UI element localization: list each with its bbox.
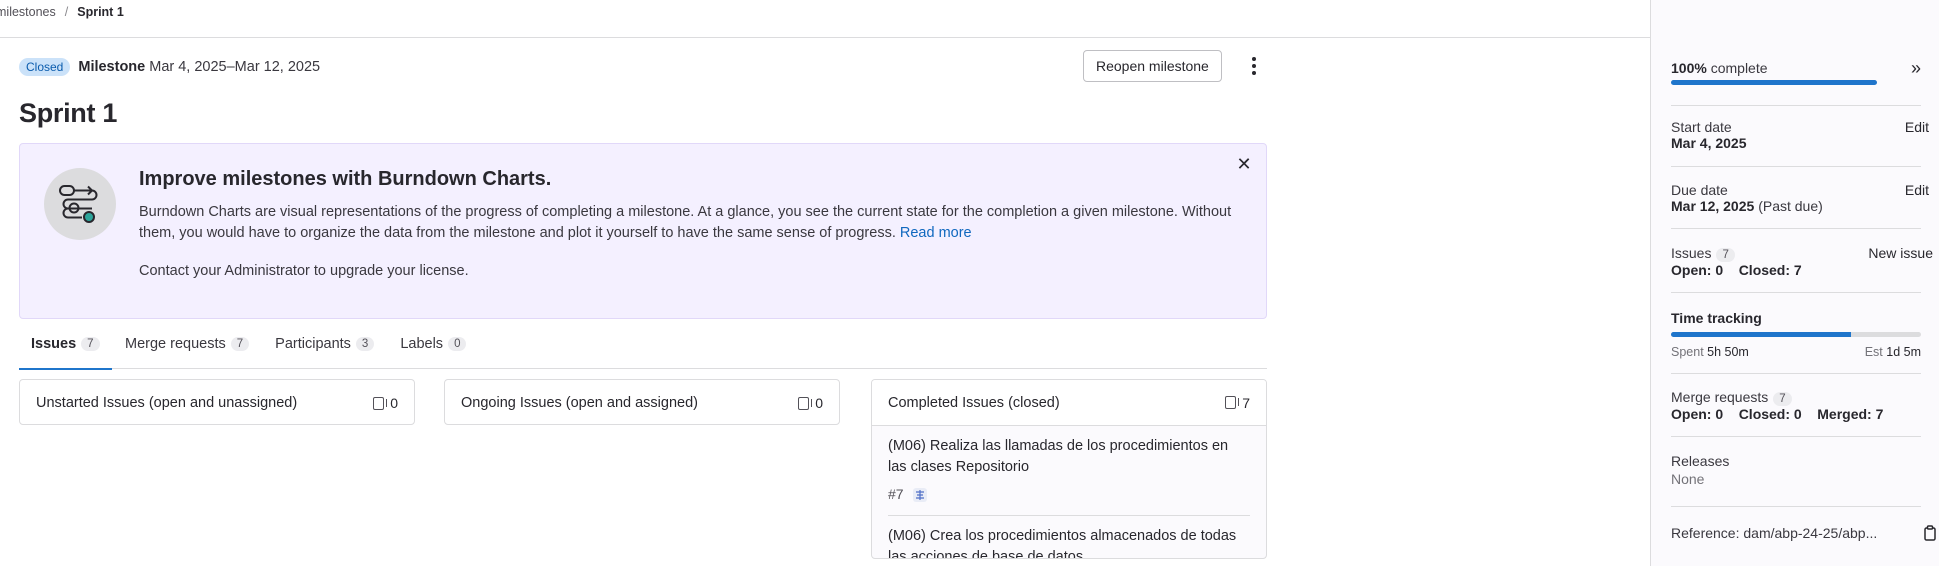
panel-title: Unstarted Issues (open and unassigned) [36,395,298,411]
ongoing-issues-panel: Ongoing Issues (open and assigned) 0 [444,379,840,425]
milestone-tabs: Issues 7 Merge requests 7 Participants 3 La… [19,319,1267,370]
tab-label: Labels [400,336,444,352]
estimate-label: Est [1864,345,1883,359]
page-title: Sprint 1 [19,98,118,128]
spent-value: 5h 50m [1707,345,1749,359]
reference-text: Reference: dam/abp-24-25/abp... [1671,525,1878,541]
tab-participants[interactable]: Participants 3 [262,319,387,369]
tab-label: Merge requests [125,336,226,352]
reopen-milestone-button[interactable]: Reopen milestone [1083,50,1222,82]
due-date-note: (Past due) [1758,198,1823,214]
progress-percent: 100% [1671,60,1707,76]
mr-count: 7 [1773,392,1792,406]
tab-count: 7 [230,337,250,351]
burndown-promo-banner: ✕ Improve milestones with Burndown Chart… [19,143,1267,319]
close-icon[interactable]: ✕ [1236,155,1252,173]
issues-closed: Closed: 7 [1738,262,1802,278]
issues-icon [373,396,388,410]
tab-count: 0 [448,337,467,351]
issue-title[interactable]: (M06) Realiza las llamadas de los proced… [888,436,1250,478]
unstarted-issues-panel: Unstarted Issues (open and unassigned) 0 [19,379,415,425]
due-date-value: Mar 12, 2025 [1671,198,1755,214]
mr-label: Merge requests [1671,389,1769,405]
issues-icon [798,396,813,410]
issues-icon [1225,396,1240,409]
edit-start-date-button[interactable]: Edit [1905,119,1929,135]
releases-value: None [1671,471,1705,487]
panel-count: 0 [390,395,398,411]
promo-body: Burndown Charts are visual representatio… [139,202,1239,244]
tab-label: Issues [31,336,77,352]
progress-text: complete [1710,60,1768,76]
progress-section: 100% complete [1671,60,1921,85]
breadcrumb-milestones-link[interactable]: milestones [0,5,56,19]
releases-label: Releases [1671,453,1730,469]
issues-label: Issues [1671,245,1712,261]
read-more-link[interactable]: Read more [900,225,972,241]
mr-closed: Closed: 0 [1738,406,1802,422]
panel-count: 0 [815,395,823,411]
new-issue-link[interactable]: New issue [1868,245,1933,261]
issue-item[interactable]: (M06) Realiza las llamadas de los proced… [888,426,1250,516]
milestone-header: Closed Milestone Mar 4, 2025–Mar 12, 202… [19,38,1267,96]
panel-title: Completed Issues (closed) [888,394,1060,411]
time-tracking-label: Time tracking [1671,310,1762,326]
milestone-date-range: Mar 4, 2025–Mar 12, 2025 [149,59,321,75]
due-date-label: Due date [1671,182,1728,198]
time-tracking-bar [1671,332,1921,337]
issues-count: 7 [1716,248,1735,262]
start-date-label: Start date [1671,119,1732,135]
spent-label: Spent [1671,345,1704,359]
tab-label: Participants [275,336,351,352]
promo-body-text: Burndown Charts are visual representatio… [139,204,1232,241]
start-date-value: Mar 4, 2025 [1671,135,1747,151]
tab-count: 3 [355,337,375,351]
releases-section: Releases None [1671,453,1921,487]
collapse-sidebar-icon[interactable]: » [1911,58,1921,79]
reference-section: Reference: dam/abp-24-25/abp... [1671,525,1936,541]
time-tracking-section: Time tracking Spent 5h 50m Est 1d 5m [1671,310,1921,361]
edit-due-date-button[interactable]: Edit [1905,182,1929,198]
issues-open: Open: 0 [1671,262,1724,278]
status-badge: Closed [19,58,71,76]
issue-title[interactable]: (M06) Crea los procedimientos almacenado… [888,526,1250,558]
tab-merge-requests[interactable]: Merge requests 7 [112,319,262,369]
more-actions-icon[interactable] [1249,54,1259,78]
due-date-section: Due date Mar 12, 2025 (Past due) Edit [1671,182,1929,214]
main-content: Closed Milestone Mar 4, 2025–Mar 12, 202… [19,38,1267,559]
assignee-avatar-icon[interactable] [912,487,928,503]
time-tracking-bar-fill [1671,332,1851,337]
panel-count: 7 [1242,394,1250,411]
promo-contact-text: Contact your Administrator to upgrade yo… [139,263,469,279]
tab-count: 7 [81,337,100,351]
mr-merged: Merged: 7 [1817,406,1884,422]
progress-bar-fill [1671,80,1877,85]
copy-reference-icon[interactable] [1923,525,1937,544]
mr-open: Open: 0 [1671,406,1724,422]
milestone-sidebar: 100% complete » Start date Mar 4, 2025 E… [1650,0,1939,566]
breadcrumb-current[interactable]: Sprint 1 [77,5,124,19]
issues-section: Issues 7 Open: 0 Closed: 7 New issue [1671,245,1933,278]
promo-heading: Improve milestones with Burndown Charts. [139,168,552,190]
progress-bar [1671,80,1877,85]
start-date-section: Start date Mar 4, 2025 Edit [1671,119,1929,151]
completed-issues-panel: Completed Issues (closed) 7 (M06) Realiz… [871,379,1267,559]
breadcrumb: milestones / Sprint 1 [0,0,1650,38]
burndown-illustration-icon [44,168,116,240]
estimate-value: 1d 5m [1886,345,1921,359]
breadcrumb-separator: / [64,4,69,19]
merge-requests-section: Merge requests 7 Open: 0 Closed: 0 Merged… [1671,389,1921,422]
panel-title: Ongoing Issues (open and assigned) [461,395,698,411]
tab-issues[interactable]: Issues 7 [19,319,112,370]
milestone-label: Milestone [78,59,146,75]
issue-ref: #7 [888,486,904,502]
tab-labels[interactable]: Labels 0 [387,319,479,369]
issue-item[interactable]: (M06) Crea los procedimientos almacenado… [888,516,1250,558]
